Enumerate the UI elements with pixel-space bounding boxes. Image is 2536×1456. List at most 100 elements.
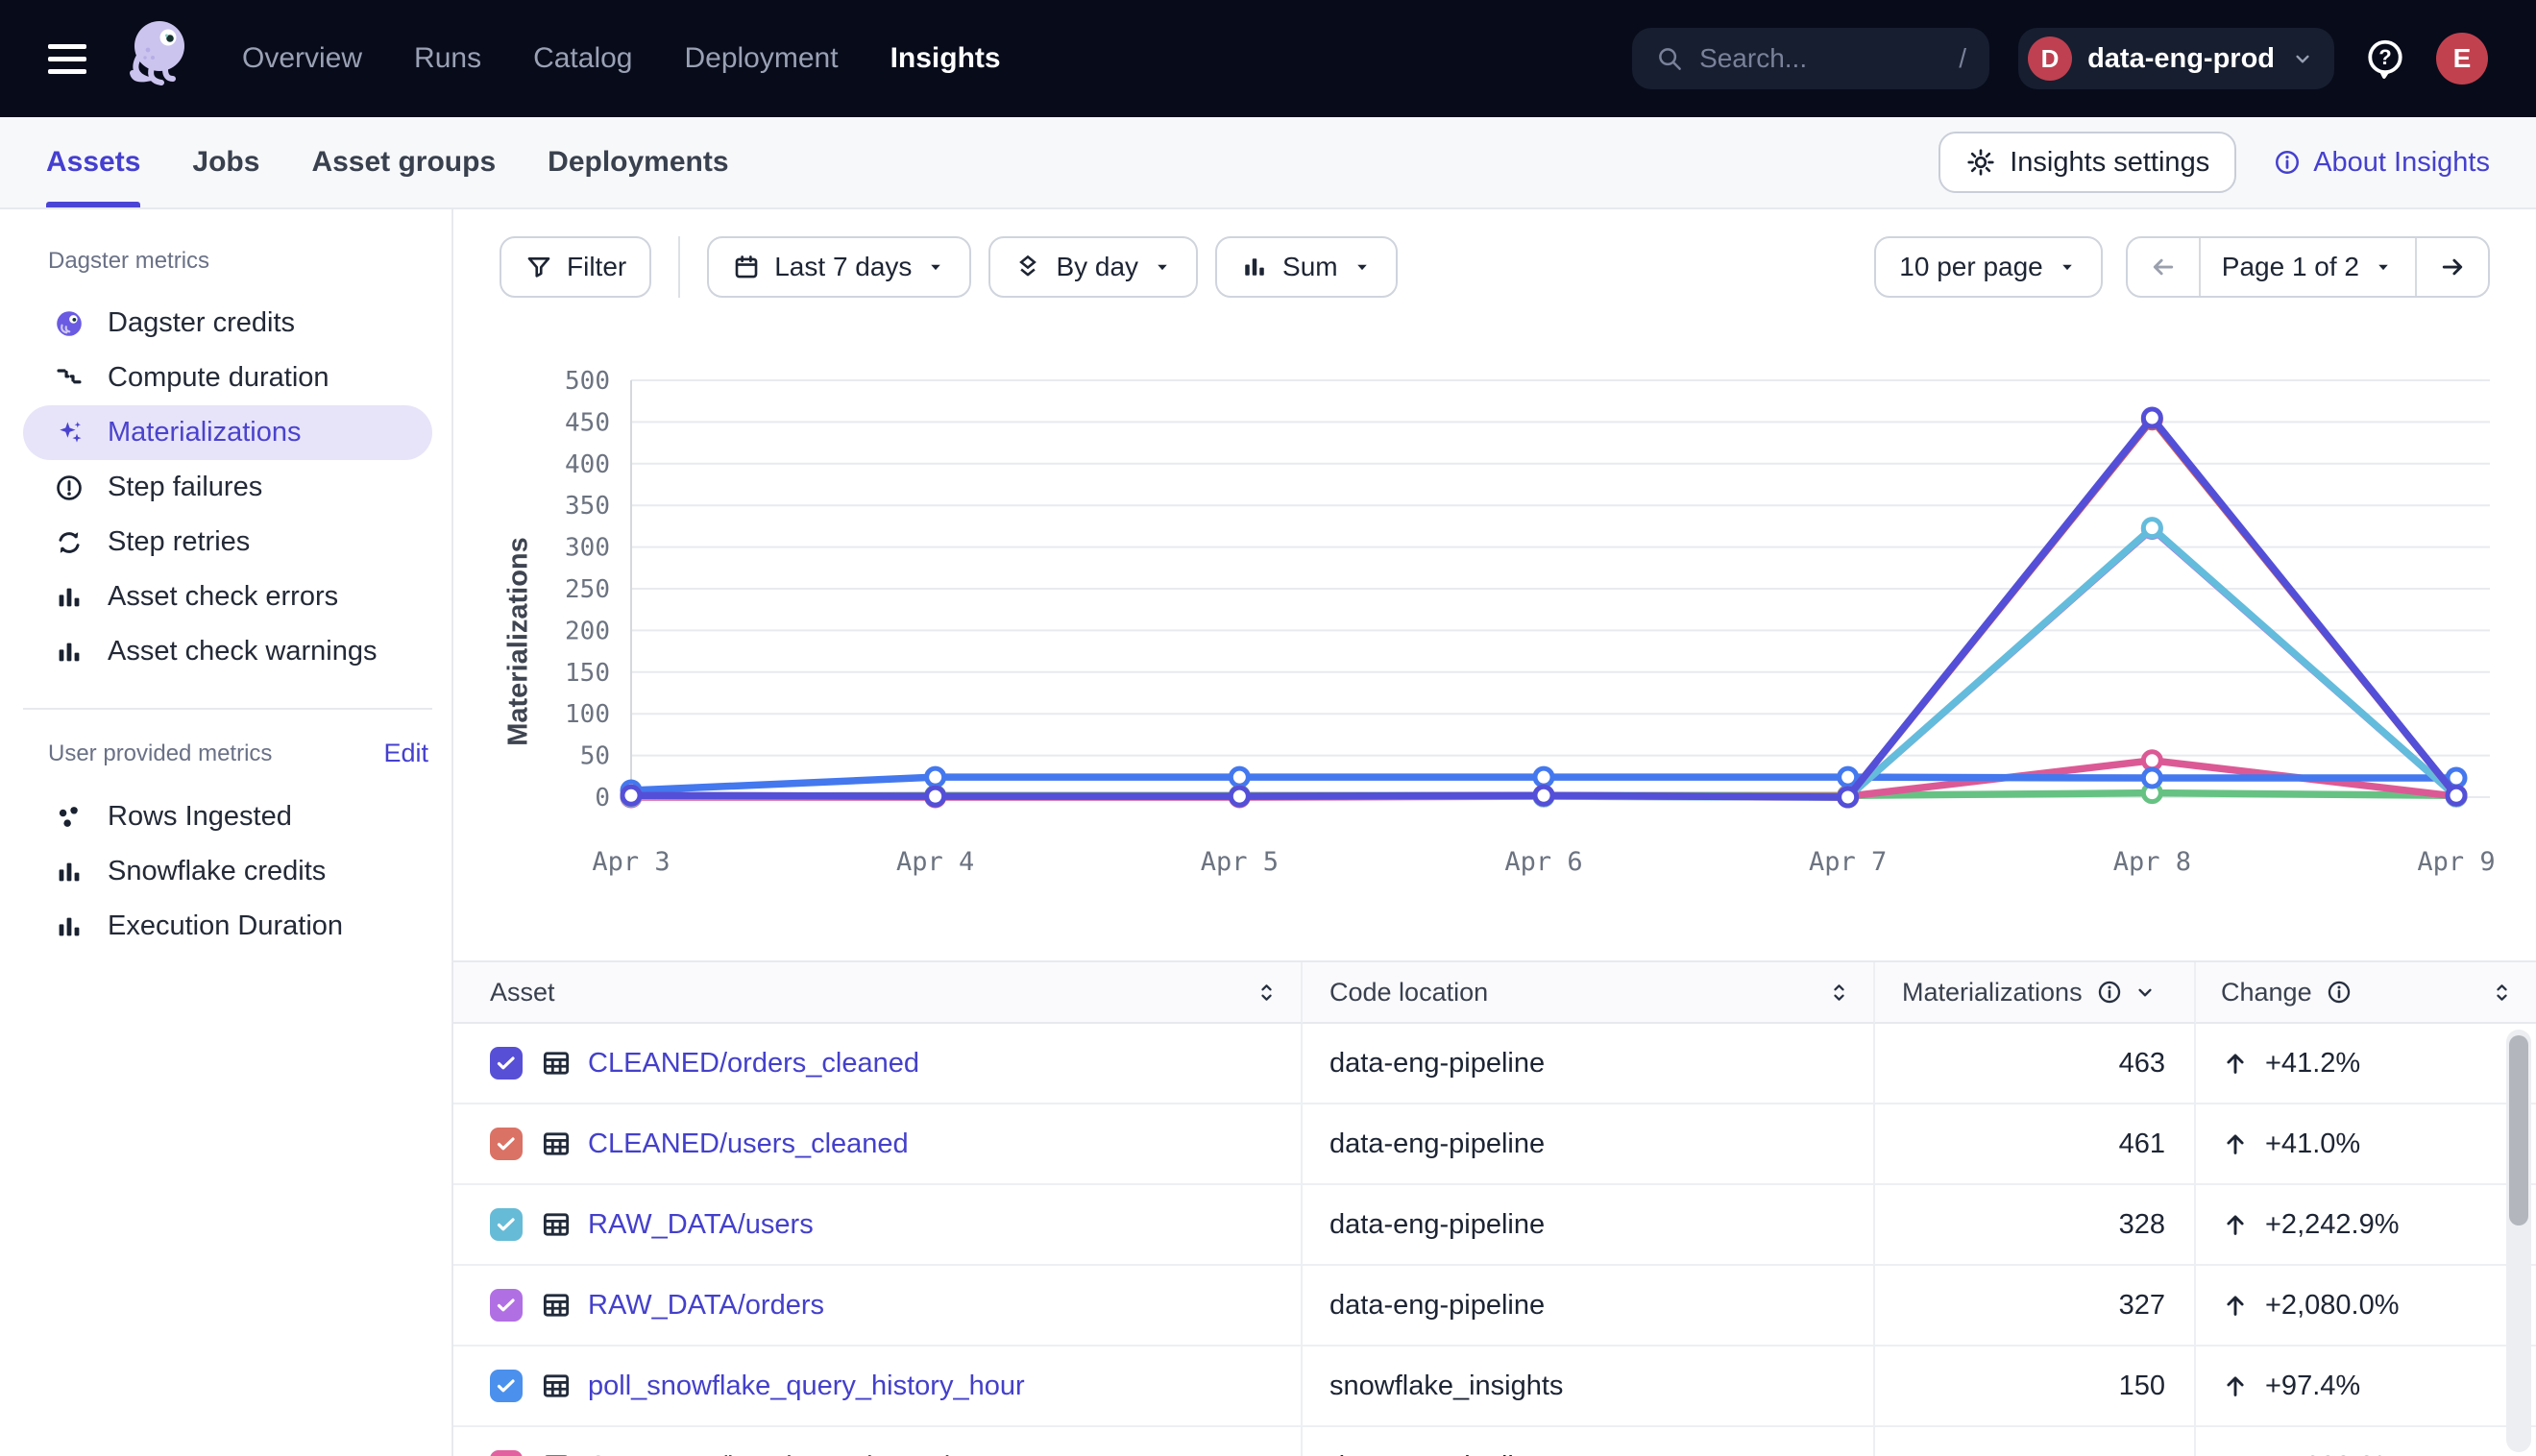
sidebar-item-materializations[interactable]: Materializations	[23, 405, 432, 460]
row-checkbox[interactable]	[490, 1370, 523, 1402]
sidebar-item-asset-check-errors[interactable]: Asset check errors	[23, 570, 432, 624]
filter-icon	[524, 253, 553, 281]
code-location-cell: snowflake_insights	[1303, 1347, 1875, 1427]
info-icon[interactable]	[2326, 979, 2353, 1006]
nav-link-overview[interactable]: Overview	[242, 42, 362, 75]
sidebar-item-label: Compute duration	[108, 362, 329, 394]
layers-icon	[1013, 253, 1042, 281]
table-asset-icon	[540, 1128, 573, 1160]
sidebar-item-snowflake-credits[interactable]: Snowflake credits	[23, 844, 432, 899]
sidebar-section-title: Dagster metrics	[48, 248, 209, 275]
asset-link[interactable]: RAW_DATA/users	[588, 1209, 814, 1241]
per-page-dropdown[interactable]: 10 per page	[1874, 236, 2102, 298]
column-header-asset[interactable]: Asset	[453, 962, 1303, 1024]
tab-assets[interactable]: Assets	[46, 117, 140, 207]
column-header-change[interactable]: Change	[2196, 962, 2536, 1024]
asset-cell: RAW_DATA/users	[453, 1185, 1303, 1266]
sparkles-icon	[54, 418, 85, 449]
bars-icon	[54, 857, 85, 887]
aggregation-dropdown[interactable]: Sum	[1215, 236, 1398, 298]
dots-icon	[54, 802, 85, 833]
row-checkbox[interactable]	[490, 1208, 523, 1241]
svg-text:Apr 6: Apr 6	[1504, 847, 1582, 877]
row-checkbox[interactable]	[490, 1047, 523, 1080]
materializations-cell: 461	[1875, 1104, 2196, 1185]
svg-text:150: 150	[565, 659, 610, 688]
table-row: RAW_DATA/ordersdata-eng-pipeline327+2,08…	[453, 1266, 2536, 1347]
sidebar-item-rows-ingested[interactable]: Rows Ingested	[23, 789, 432, 844]
asset-link[interactable]: RAW_DATA/orders	[588, 1290, 824, 1322]
edit-metrics-link[interactable]: Edit	[383, 739, 428, 768]
row-checkbox[interactable]	[490, 1289, 523, 1322]
chart-plot[interactable]: 050100150200250300350400450500Apr 3Apr 4…	[530, 353, 2499, 934]
sidebar-item-step-retries[interactable]: Step retries	[23, 515, 432, 570]
help-icon[interactable]: ?	[2363, 36, 2407, 81]
bars-icon	[54, 911, 85, 942]
sidebar-item-step-failures[interactable]: Step failures	[23, 460, 432, 515]
chevron-down-icon[interactable]	[2133, 980, 2158, 1005]
table-scrollbar[interactable]	[2506, 1030, 2531, 1452]
sidebar-item-asset-check-warnings[interactable]: Asset check warnings	[23, 624, 432, 679]
search-input[interactable]: Search... /	[1632, 28, 1989, 89]
tab-asset-groups[interactable]: Asset groups	[311, 117, 496, 207]
sidebar-item-dagster-credits[interactable]: Dagster credits	[23, 296, 432, 351]
scrollbar-thumb[interactable]	[2509, 1035, 2528, 1225]
page-selector[interactable]: Page 1 of 2	[2199, 238, 2415, 296]
sort-icon[interactable]	[2489, 980, 2515, 1006]
asset-cell: poll_snowflake_query_history_hour	[453, 1347, 1303, 1427]
gear-icon	[1965, 147, 1996, 178]
table-row: CLEANED/orders_cleaneddata-eng-pipeline4…	[453, 1024, 2536, 1104]
dagster-logo[interactable]	[119, 17, 192, 100]
tab-deployments[interactable]: Deployments	[548, 117, 728, 207]
sidebar-item-label: Execution Duration	[108, 910, 343, 942]
code-location-cell: data-eng-pipeline	[1303, 1185, 1875, 1266]
user-avatar[interactable]: E	[2436, 33, 2488, 85]
sort-icon[interactable]	[1826, 980, 1852, 1006]
filter-button[interactable]: Filter	[500, 236, 651, 298]
prev-page-button[interactable]	[2128, 238, 2199, 296]
sort-icon[interactable]	[1254, 980, 1280, 1006]
asset-link[interactable]: CLEANED/users_cleaned	[588, 1128, 909, 1160]
materializations-cell: 328	[1875, 1185, 2196, 1266]
tab-jobs[interactable]: Jobs	[192, 117, 259, 207]
menu-icon[interactable]	[48, 44, 86, 74]
nav-link-insights[interactable]: Insights	[890, 42, 1001, 75]
asset-link[interactable]: poll_snowflake_query_history_hour	[588, 1371, 1025, 1402]
workspace-name: data-eng-prod	[2087, 43, 2275, 75]
date-range-dropdown[interactable]: Last 7 days	[707, 236, 971, 298]
table-asset-icon	[540, 1289, 573, 1322]
svg-text:?: ?	[2378, 45, 2391, 69]
sidebar-item-execution-duration[interactable]: Execution Duration	[23, 899, 432, 954]
sidebar-item-compute-duration[interactable]: Compute duration	[23, 351, 432, 405]
row-checkbox[interactable]	[490, 1128, 523, 1160]
column-header-code-location[interactable]: Code location	[1303, 962, 1875, 1024]
sidebar-item-label: Dagster credits	[108, 307, 295, 339]
row-checkbox[interactable]	[490, 1450, 523, 1456]
column-header-materializations[interactable]: Materializations	[1875, 962, 2196, 1024]
sidebar-item-label: Rows Ingested	[108, 801, 292, 833]
caret-down-icon	[1352, 256, 1373, 278]
asset-link[interactable]: CLEANED/orders_cleaned	[588, 1048, 919, 1080]
search-icon	[1655, 44, 1684, 73]
nav-link-runs[interactable]: Runs	[414, 42, 481, 75]
change-cell: +2,242.9%	[2196, 1185, 2536, 1266]
tabs: Assets Jobs Asset groups Deployments	[46, 117, 729, 207]
nav-link-catalog[interactable]: Catalog	[533, 42, 632, 75]
asset-link[interactable]: CLEANED/locations_cleaned	[588, 1451, 950, 1456]
code-location-cell: data-eng-pipeline	[1303, 1104, 1875, 1185]
about-insights-link[interactable]: About Insights	[2273, 147, 2490, 179]
arrow-up-icon	[2221, 1049, 2250, 1078]
svg-text:Apr 7: Apr 7	[1809, 847, 1887, 877]
granularity-dropdown[interactable]: By day	[988, 236, 1198, 298]
nav-link-deployment[interactable]: Deployment	[684, 42, 838, 75]
page-label: Page 1 of 2	[2222, 252, 2359, 282]
next-page-button[interactable]	[2415, 238, 2488, 296]
arrow-right-icon	[2438, 253, 2467, 281]
table-asset-icon	[540, 1208, 573, 1241]
workspace-switcher[interactable]: D data-eng-prod	[2018, 28, 2334, 89]
info-icon[interactable]	[2096, 979, 2123, 1006]
code-location-cell: data-eng-pipeline	[1303, 1266, 1875, 1347]
sidebar-item-label: Snowflake credits	[108, 856, 326, 887]
insights-settings-button[interactable]: Insights settings	[1939, 132, 2236, 193]
bars-icon	[54, 637, 85, 667]
